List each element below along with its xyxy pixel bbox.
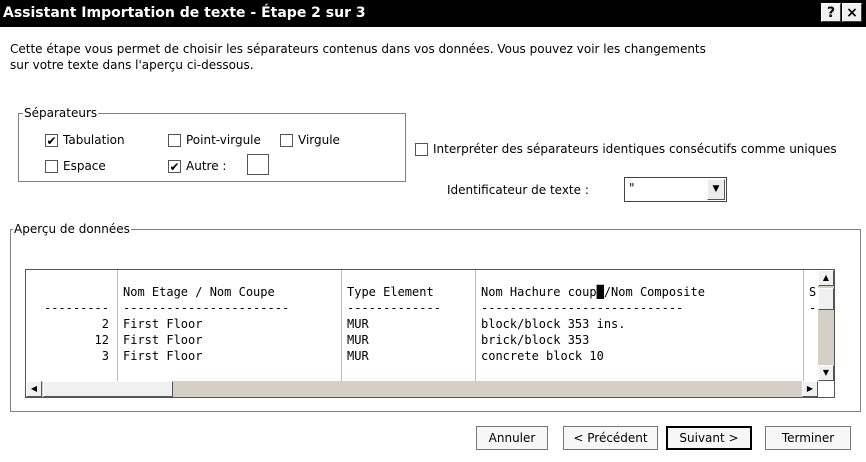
semicolon-checkbox[interactable] — [168, 134, 181, 147]
preview-column-header: Nom Etage / Nom Coupe — [123, 285, 275, 299]
preview-cell: First Floor — [123, 317, 203, 331]
preview-column[interactable]: Nom Etage / Nom Coupe -------------------… — [117, 270, 342, 381]
preview-column-underline: ----------------------- — [123, 301, 290, 315]
other-checkbox[interactable]: ✔ — [168, 160, 181, 173]
preview-legend: Aperçu de données — [13, 222, 131, 236]
help-button[interactable]: ? — [821, 3, 841, 22]
previous-button[interactable]: < Précédent — [563, 426, 658, 450]
consecutive-label[interactable]: Interpréter des séparateurs identiques c… — [433, 142, 837, 156]
scroll-down-icon[interactable]: ▼ — [818, 365, 834, 381]
semicolon-label[interactable]: Point-virgule — [186, 133, 261, 147]
preview-column-underline: ------------- — [347, 301, 441, 315]
cancel-button[interactable]: Annuler — [476, 426, 548, 450]
preview-column-header: Nom Hachure coup█/Nom Composite — [481, 285, 705, 299]
preview-cell: MUR — [347, 317, 369, 331]
preview-cell: block/block 353 ins. — [481, 317, 626, 331]
preview-cell: 12 — [94, 333, 109, 347]
preview-cell: MUR — [347, 349, 369, 363]
other-label[interactable]: Autre : — [186, 159, 226, 173]
step-description: Cette étape vous permet de choisir les s… — [10, 42, 706, 72]
preview-cell: 2 — [101, 317, 109, 331]
preview-column-header: Type Element — [347, 285, 434, 299]
preview-cell: MUR — [347, 333, 369, 347]
title-bar: Assistant Importation de texte - Étape 2… — [0, 0, 866, 27]
data-preview[interactable]: --------- 2 12 3 Nom Etage / Nom Coupe ------… — [25, 269, 835, 398]
horizontal-scroll-thumb[interactable] — [43, 381, 173, 397]
next-button[interactable]: Suivant > — [666, 426, 752, 450]
close-button[interactable]: × — [842, 3, 862, 22]
chevron-down-icon[interactable]: ▼ — [707, 179, 725, 200]
preview-column[interactable]: --------- 2 12 3 — [26, 270, 118, 381]
finish-button[interactable]: Terminer — [765, 426, 851, 450]
preview-cell: concrete block 10 — [481, 349, 604, 363]
tab-checkbox[interactable]: ✔ — [45, 134, 58, 147]
preview-cell: brick/block 353 — [481, 333, 590, 347]
text-qualifier-select[interactable]: " ▼ — [624, 177, 727, 202]
preview-column[interactable]: Type Element ------------- MUR MUR MUR — [341, 270, 476, 381]
preview-column-underline: --------- — [43, 301, 109, 315]
vertical-scrollbar[interactable]: ▲ ▼ — [818, 270, 834, 381]
tab-label[interactable]: Tabulation — [63, 133, 125, 147]
comma-label[interactable]: Virgule — [298, 133, 340, 147]
separators-group: Séparateurs ✔ Tabulation Point-virgule V… — [18, 106, 406, 182]
horizontal-scrollbar[interactable]: ◀ ▶ — [26, 381, 818, 397]
preview-column[interactable]: Nom Hachure coup█/Nom Composite ---------… — [475, 270, 804, 381]
separators-legend: Séparateurs — [23, 106, 99, 120]
preview-cell: 3 — [101, 349, 109, 363]
preview-column-header: S — [809, 285, 817, 299]
scroll-left-icon[interactable]: ◀ — [26, 381, 42, 397]
window-title: Assistant Importation de texte - Étape 2… — [3, 5, 366, 21]
preview-column-underline: ---------------------------- — [481, 301, 684, 315]
preview-cell: First Floor — [123, 349, 203, 363]
space-checkbox[interactable] — [45, 160, 58, 173]
scroll-right-icon[interactable]: ▶ — [802, 381, 818, 397]
other-separator-input[interactable] — [247, 154, 269, 175]
scroll-up-icon[interactable]: ▲ — [818, 270, 834, 286]
vertical-scroll-thumb[interactable] — [818, 288, 834, 310]
preview-cell: First Floor — [123, 333, 203, 347]
text-qualifier-value: " — [629, 181, 635, 195]
consecutive-checkbox[interactable] — [415, 143, 428, 156]
comma-checkbox[interactable] — [280, 134, 293, 147]
text-qualifier-label: Identificateur de texte : — [447, 183, 589, 197]
space-label[interactable]: Espace — [63, 159, 106, 173]
